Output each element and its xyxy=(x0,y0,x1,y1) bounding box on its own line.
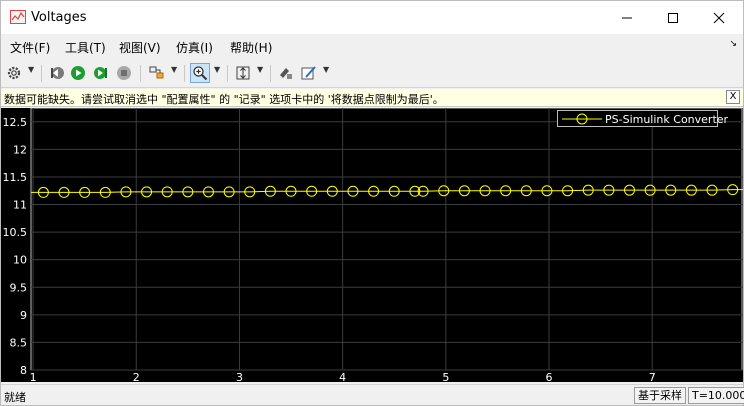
y-tick-label: 10.5 xyxy=(3,226,28,239)
zoom-in-icon xyxy=(193,66,208,81)
save-axes-icon xyxy=(280,68,292,79)
scope-window: Voltages 文件(F) 工具(T) 视图(V) 仿真(I) 帮助(H) ↘… xyxy=(0,0,744,406)
step-forward-button[interactable] xyxy=(91,63,111,83)
toolbar-separator xyxy=(41,65,42,82)
step-forward-icon xyxy=(94,67,107,79)
y-tick-label: 11 xyxy=(13,199,27,212)
legend-label: PS-Simulink Converter xyxy=(605,113,729,126)
status-bar: 就绪 基于采样 T=10.000 xyxy=(1,384,744,405)
y-tick-label: 12.5 xyxy=(3,116,28,129)
save-axes-button[interactable] xyxy=(276,63,296,83)
window-title: Voltages xyxy=(31,10,87,25)
menu-view[interactable]: 视图(V) xyxy=(119,39,161,56)
toolbar-separator xyxy=(227,65,228,82)
y-tick-label: 9.5 xyxy=(10,281,28,294)
maximize-icon xyxy=(668,12,678,23)
highlight-button[interactable] xyxy=(147,63,167,83)
x-tick-label: 4 xyxy=(339,371,346,382)
axes-frame xyxy=(30,108,743,371)
y-tick-label: 10 xyxy=(13,254,27,267)
status-ready: 就绪 xyxy=(4,391,26,404)
x-tick-label: 2 xyxy=(133,371,140,382)
maximize-button[interactable] xyxy=(649,1,697,34)
stop-button[interactable] xyxy=(114,63,134,83)
minimize-icon xyxy=(622,17,632,18)
legend[interactable]: PS-Simulink Converter xyxy=(557,110,728,127)
x-tick-label: 1 xyxy=(30,371,37,382)
close-icon xyxy=(713,12,725,23)
step-back-button[interactable] xyxy=(47,63,67,83)
settings-button[interactable] xyxy=(4,63,24,83)
highlight-dropdown-icon[interactable]: ▼ xyxy=(171,65,177,74)
scope-plot[interactable]: 88.599.51010.51111.51212.51 2 3 4 5 6 7 xyxy=(1,108,743,382)
menu-file[interactable]: 文件(F) xyxy=(10,39,50,56)
plot-area[interactable]: 8 8.5 9 9.5 10 10.5 11 11.5 12 12.5 1 2 3 4 5 6 7 xyxy=(1,108,743,382)
menu-bar: 文件(F) 工具(T) 视图(V) 仿真(I) 帮助(H) ↘ xyxy=(1,34,743,58)
y-tick-label: 8 xyxy=(20,364,27,377)
x-tick-label: 6 xyxy=(546,371,553,382)
settings-dropdown-icon[interactable]: ▼ xyxy=(28,65,34,74)
info-bar: 数据可能缺失。请尝试取消选中 "配置属性" 的 "记录" 选项卡中的 '将数据点… xyxy=(1,89,743,107)
highlight-icon xyxy=(149,66,164,79)
menu-simulation[interactable]: 仿真(I) xyxy=(176,39,213,56)
y-tick-label: 11.5 xyxy=(3,171,28,184)
y-tick-label: 9 xyxy=(20,309,27,322)
status-sampling: 基于采样 xyxy=(634,387,686,404)
menu-help[interactable]: 帮助(H) xyxy=(230,39,272,56)
y-tick-label: 8.5 xyxy=(10,336,28,349)
toolbar-separator xyxy=(270,65,271,82)
zoom-in-button[interactable] xyxy=(190,63,210,83)
style-dropdown-icon[interactable]: ▼ xyxy=(323,65,329,74)
style-icon xyxy=(301,66,316,80)
minimize-button[interactable] xyxy=(603,1,651,34)
info-message: 数据可能缺失。请尝试取消选中 "配置属性" 的 "记录" 选项卡中的 '将数据点… xyxy=(4,93,444,106)
x-tick-label: 7 xyxy=(649,371,656,382)
y-tick-label: 12 xyxy=(13,143,27,156)
menu-tools[interactable]: 工具(T) xyxy=(65,39,106,56)
close-button[interactable] xyxy=(695,1,743,34)
scope-app-icon xyxy=(10,10,26,24)
autoscale-dropdown-icon[interactable]: ▼ xyxy=(257,65,263,74)
toolbar-separator xyxy=(184,65,185,82)
menu-overflow-icon[interactable]: ↘ xyxy=(729,39,737,49)
step-back-icon xyxy=(51,67,64,79)
autoscale-button[interactable] xyxy=(233,63,253,83)
status-time: T=10.000 xyxy=(688,387,744,404)
info-close-button[interactable]: X xyxy=(726,90,740,104)
autoscale-icon xyxy=(236,66,250,80)
legend-swatch-icon xyxy=(562,113,602,125)
run-button[interactable] xyxy=(68,63,88,83)
toolbar-separator xyxy=(140,65,141,82)
title-bar[interactable]: Voltages xyxy=(1,1,743,34)
settings-icon xyxy=(7,66,21,80)
x-tick-label: 5 xyxy=(442,371,449,382)
x-tick-label: 3 xyxy=(236,371,243,382)
style-button[interactable] xyxy=(299,63,319,83)
toolbar: ▼ ▼ ▼ ▼ ▼ xyxy=(1,59,743,88)
zoom-dropdown-icon[interactable]: ▼ xyxy=(214,65,220,74)
stop-icon xyxy=(117,66,131,80)
run-icon xyxy=(71,66,85,80)
